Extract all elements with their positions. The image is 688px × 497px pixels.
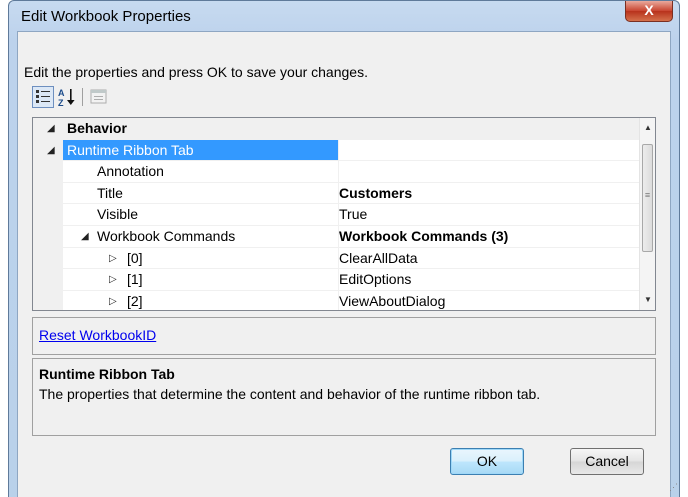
grid-row-command-1[interactable]: ▷ [1] EditOptions (33, 269, 641, 291)
cancel-button[interactable]: Cancel (570, 448, 644, 475)
property-name: [1] (127, 271, 143, 288)
grid-row-title[interactable]: Title Customers (33, 182, 641, 205)
grid-row-command-0[interactable]: ▷ [0] ClearAllData (33, 247, 641, 270)
description-title: Runtime Ribbon Tab (39, 366, 175, 382)
expand-icon[interactable]: ▷ (109, 248, 117, 269)
property-value[interactable]: True (339, 204, 367, 225)
property-pages-button[interactable] (88, 86, 110, 108)
property-value[interactable]: Customers (339, 183, 412, 204)
vertical-scrollbar[interactable]: ▲ ≡ ▼ (639, 118, 655, 310)
sort-alphabetical-icon: A Z (58, 88, 75, 108)
instructions-label: Edit the properties and press OK to save… (24, 64, 368, 80)
property-name: Title (97, 184, 123, 201)
scroll-down-icon[interactable]: ▼ (640, 292, 655, 308)
svg-text:Z: Z (58, 98, 64, 108)
property-name: Annotation (97, 163, 164, 180)
property-name: Runtime Ribbon Tab (67, 141, 194, 158)
property-name: [2] (127, 292, 143, 309)
collapse-icon[interactable]: ◢ (81, 226, 89, 247)
grip-icon: ≡ (644, 190, 651, 200)
resize-grip-icon[interactable]: ⋰ (669, 482, 678, 493)
property-pages-icon (90, 89, 107, 104)
category-label: Behavior (67, 120, 127, 136)
grid-row-visible[interactable]: Visible True (33, 204, 641, 226)
column-divider (338, 139, 339, 162)
ok-button[interactable]: OK (450, 448, 524, 475)
property-name: [0] (127, 249, 143, 266)
alphabetical-button[interactable]: A Z (56, 86, 78, 108)
expand-icon[interactable]: ▷ (109, 291, 117, 310)
property-value[interactable]: ClearAllData (339, 248, 418, 269)
toolbar-separator (82, 88, 83, 106)
grid-row-runtime-ribbon-tab[interactable]: ◢ Runtime Ribbon Tab (33, 139, 641, 162)
property-value[interactable]: Workbook Commands (3) (339, 226, 508, 247)
property-name: Workbook Commands (97, 228, 236, 244)
column-divider (338, 161, 339, 183)
property-grid: ◢ Behavior ◢ Runtime Ribbon Tab Annotati… (32, 117, 656, 311)
title-bar[interactable]: Edit Workbook Properties X (9, 1, 679, 31)
description-text: The properties that determine the conten… (39, 386, 541, 402)
categorized-icon (36, 90, 50, 103)
scroll-thumb[interactable]: ≡ (642, 144, 653, 252)
window-title: Edit Workbook Properties (21, 8, 191, 25)
grid-row-workbook-commands[interactable]: ◢ Workbook Commands Workbook Commands (3… (33, 226, 641, 248)
property-value[interactable]: ViewAboutDialog (339, 291, 445, 310)
grid-row-command-2[interactable]: ▷ [2] ViewAboutDialog (33, 290, 641, 310)
collapse-icon[interactable]: ◢ (47, 118, 55, 139)
collapse-icon[interactable]: ◢ (47, 140, 55, 161)
svg-text:A: A (58, 88, 65, 98)
property-name: Visible (97, 206, 138, 223)
close-icon: X (644, 2, 654, 18)
description-pane: Runtime Ribbon Tab The properties that d… (32, 358, 656, 436)
categorized-button[interactable] (32, 86, 54, 108)
commands-pane: Reset WorkbookID (32, 317, 656, 355)
property-value[interactable]: EditOptions (339, 269, 411, 290)
grid-row-annotation[interactable]: Annotation (33, 161, 641, 183)
expand-icon[interactable]: ▷ (109, 269, 117, 290)
close-button[interactable]: X (625, 1, 673, 22)
reset-workbookid-link[interactable]: Reset WorkbookID (39, 327, 156, 343)
scroll-up-icon[interactable]: ▲ (640, 120, 655, 136)
grid-category-behavior[interactable]: ◢ Behavior (33, 118, 641, 140)
